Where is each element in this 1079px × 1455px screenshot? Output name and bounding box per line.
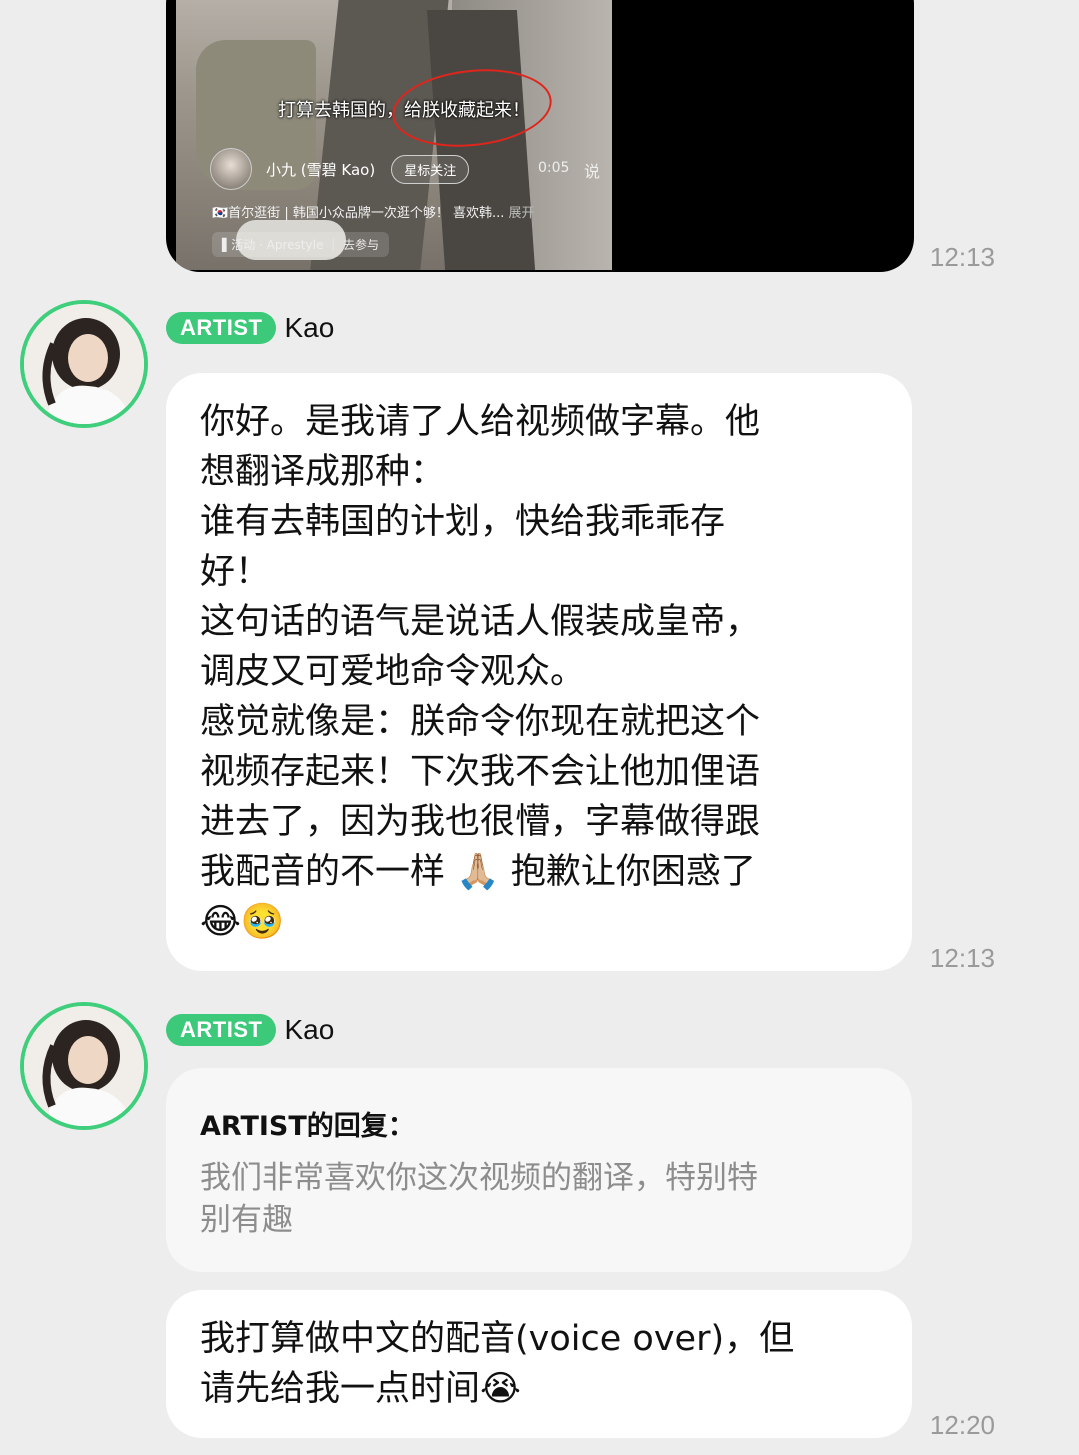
message-line: 这句话的语气是说话人假装成皇帝， (200, 602, 761, 642)
sender-name[interactable]: Kao (284, 312, 334, 344)
message-line: 谁有去韩国的计划，快给我乖乖存 (200, 502, 726, 542)
follow-button[interactable]: 星标关注 (391, 154, 470, 184)
message-line: 😂🥹 (200, 902, 285, 942)
video-description-text: 🇰🇷首尔逛街 | 韩国小众品牌一次逛个够！ 喜欢韩... (212, 206, 505, 221)
video-thumbnail[interactable]: 打算去韩国的，给朕收藏起来！ 小九 (雪碧 Kao) 星标关注 0:05 说 🇰… (176, 0, 612, 270)
message-line: 调皮又可爱地命令观众。 (200, 652, 586, 692)
timestamp: 12:13 (929, 242, 995, 272)
avatar[interactable] (20, 1002, 148, 1130)
quote-header: ARTIST的回复： (200, 1111, 415, 1142)
message-line: 请先给我一点时间😭 (200, 1369, 521, 1409)
video-author[interactable]: 小九 (雪碧 Kao) 星标关注 (210, 148, 470, 190)
message-line: 我打算做中文的配音(voice over)，但 (200, 1319, 795, 1359)
quote-line: 别有趣 (200, 1202, 293, 1238)
quoted-reply-bubble[interactable]: ARTIST的回复： 我们非常喜欢你这次视频的翻译，特别特 别有趣 (166, 1068, 912, 1272)
video-author-name[interactable]: 小九 (雪碧 Kao) (266, 159, 375, 180)
message-line: 好！ (200, 552, 271, 592)
timestamp: 12:13 (929, 943, 995, 973)
video-message-card[interactable]: 打算去韩国的，给朕收藏起来！ 小九 (雪碧 Kao) 星标关注 0:05 说 🇰… (166, 0, 914, 272)
sender-row: ARTIST Kao (166, 1014, 334, 1046)
avatar[interactable] (20, 300, 148, 428)
message-line: 视频存起来！下次我不会让他加俚语 (200, 752, 761, 792)
message-line: 我配音的不一样 🙏🏼 抱歉让你困惑了 (200, 852, 756, 892)
video-duration: 0:05 (538, 160, 570, 176)
quote-line: 我们非常喜欢你这次视频的翻译，特别特 (200, 1160, 758, 1196)
message-line: 你好。是我请了人给视频做字幕。他 (200, 402, 761, 442)
message-bubble[interactable]: 我打算做中文的配音(voice over)，但 请先给我一点时间😭 (166, 1290, 912, 1438)
avatar-photo (24, 1006, 144, 1126)
video-author-avatar[interactable] (210, 148, 252, 190)
sender-name[interactable]: Kao (284, 1014, 334, 1046)
timestamp: 12:20 (929, 1410, 995, 1440)
share-icon[interactable]: 说 (584, 158, 600, 182)
message-line: 进去了，因为我也很懵，字幕做得跟 (200, 802, 761, 842)
activity-tag[interactable]: ▌活动 · Aprestyle ｜ 去参与 (212, 232, 389, 257)
message-line: 感觉就像是：朕命令你现在就把这个 (200, 702, 761, 742)
artist-badge: ARTIST (166, 312, 277, 344)
message-line: 想翻译成那种： (200, 452, 446, 492)
sender-row: ARTIST Kao (166, 312, 334, 344)
artist-badge: ARTIST (166, 1014, 277, 1046)
avatar-photo (24, 304, 144, 424)
expand-link[interactable]: 展开 (509, 206, 535, 221)
video-description: 🇰🇷首尔逛街 | 韩国小众品牌一次逛个够！ 喜欢韩... 展开 (212, 202, 535, 221)
message-bubble[interactable]: 你好。是我请了人给视频做字幕。他 想翻译成那种： 谁有去韩国的计划，快给我乖乖存… (166, 373, 912, 971)
